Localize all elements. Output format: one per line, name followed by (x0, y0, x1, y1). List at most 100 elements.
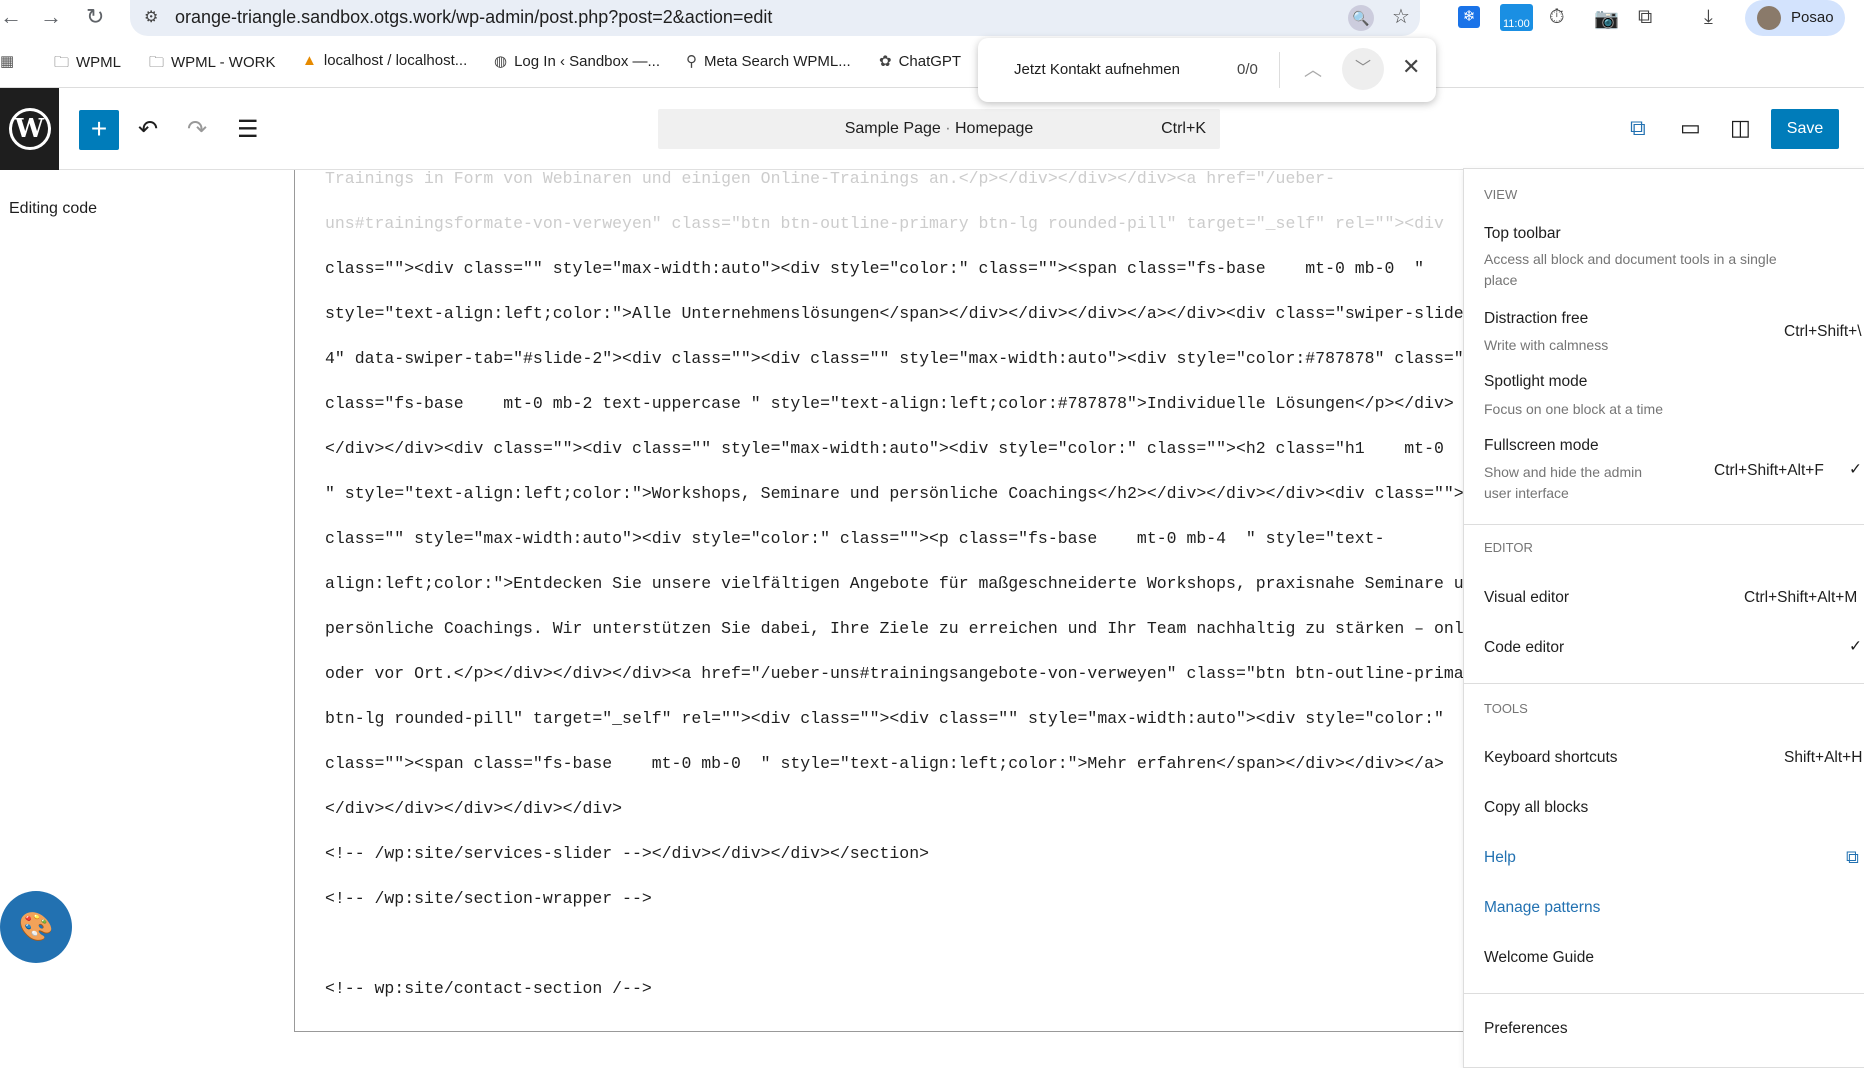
bookmark-label: WPML - WORK (171, 54, 276, 71)
shortcut: Ctrl+Shift+Alt+F (1714, 462, 1824, 479)
code-line: 4" data-swiper-tab="#slide-2"><div class… (325, 349, 1464, 368)
url-text: orange-triangle.sandbox.otgs.work/wp-adm… (175, 7, 773, 27)
shortcut: Ctrl+Shift+Alt+M (1744, 589, 1858, 606)
code-line: align:left;color:">Entdecken Sie unsere … (325, 574, 1464, 593)
bookmark-label: WPML (76, 54, 122, 71)
chevron-down-icon[interactable]: ﹀ (1342, 48, 1384, 90)
folder-icon: 🗀 (149, 54, 165, 71)
redo-icon[interactable]: ↷ (187, 115, 207, 144)
bookmark-label: Meta Search WPML... (704, 53, 851, 70)
menu-heading-tools: TOOLS (1484, 701, 1528, 716)
code-line: </div></div><div class=""><div class="" … (325, 439, 1444, 458)
external-link-icon[interactable]: ⧉ (1630, 115, 1646, 141)
menu-item-manage-patterns[interactable]: Manage patterns (1484, 899, 1600, 917)
phpmyadmin-icon: ▲ (302, 52, 317, 69)
menu-item-copy-all-blocks[interactable]: Copy all blocks (1484, 799, 1588, 817)
divider (1464, 524, 1864, 525)
download-icon[interactable]: ⤓ (1704, 6, 1713, 29)
address-bar[interactable]: ⚙ orange-triangle.sandbox.otgs.work/wp-a… (130, 0, 1420, 36)
bookmark-wpml[interactable]: 🗀 WPML (54, 52, 121, 77)
code-line: <!-- /wp:site/services-slider --></div><… (325, 844, 929, 863)
command-palette-button[interactable]: Sample Page · Homepage Ctrl+K (658, 109, 1220, 149)
editing-code-label: Editing code (9, 200, 98, 217)
style-palette-button[interactable]: 🎨 (0, 891, 72, 963)
timer-icon[interactable]: ⏱ (1549, 6, 1565, 29)
code-line: <!-- /wp:site/section-wrapper --> (325, 889, 652, 908)
menu-heading-view: VIEW (1484, 187, 1518, 202)
menu-item-code-editor[interactable]: Code editor (1484, 639, 1564, 657)
code-editor[interactable]: Trainings in Form von Webinaren und eini… (294, 170, 1464, 1032)
camera-icon[interactable]: 📷 (1594, 6, 1619, 31)
separator: · (945, 120, 951, 137)
chatgpt-icon: ✿ (879, 53, 892, 70)
code-line: uns#trainingsformate-von-verweyen" class… (325, 214, 1444, 233)
bookmark-wpml-work[interactable]: 🗀 WPML - WORK (149, 52, 275, 77)
page-title: Sample Page (844, 120, 941, 137)
menu-item-desc: Show and hide the admin user interface (1484, 464, 1642, 501)
save-button[interactable]: Save (1771, 109, 1839, 149)
bookmark-meta-search[interactable]: ⚲ Meta Search WPML... (686, 52, 851, 70)
apps-icon[interactable]: ▦ (0, 52, 14, 70)
divider (1464, 683, 1864, 684)
bookmark-chatgpt[interactable]: ✿ ChatGPT (879, 52, 961, 70)
code-textarea[interactable]: Trainings in Form von Webinaren und eini… (325, 170, 1464, 1011)
wordpress-logo[interactable]: W (0, 88, 59, 170)
code-line: class=""><span class="fs-base mt-0 mb-0 … (325, 754, 1444, 773)
code-line: oder vor Ort.</p></div></div></div><a hr… (325, 664, 1464, 683)
extension-clock-icon[interactable]: 11:00 (1500, 4, 1533, 31)
find-input[interactable]: Jetzt Kontakt aufnehmen (1014, 61, 1180, 78)
find-bar: Jetzt Kontakt aufnehmen 0/0 ︿ ﹀ ✕ (978, 38, 1436, 102)
menu-item-spotlight-mode[interactable]: Spotlight mode (1484, 373, 1587, 391)
code-line: class="" style="max-width:auto"><div sty… (325, 529, 1385, 548)
settings-sidebar-icon[interactable]: ◫ (1730, 115, 1751, 141)
extension-snow-icon[interactable]: ❄ (1458, 6, 1480, 28)
menu-item-distraction-free[interactable]: Distraction free (1484, 310, 1588, 328)
menu-item-preferences[interactable]: Preferences (1484, 1020, 1568, 1038)
profile-button[interactable]: Posao (1745, 0, 1845, 36)
avatar (1757, 6, 1781, 30)
menu-heading-editor: EDITOR (1484, 540, 1533, 555)
device-preview-icon[interactable]: ▭ (1680, 115, 1701, 141)
code-line: Trainings in Form von Webinaren und eini… (325, 170, 1335, 188)
menu-item-help[interactable]: Help (1484, 849, 1516, 867)
find-in-page-icon[interactable]: 🔍 (1348, 5, 1374, 31)
close-icon[interactable]: ✕ (1402, 54, 1420, 80)
site-settings-icon[interactable]: ⚙ (144, 7, 158, 27)
divider (1464, 993, 1864, 994)
code-line: " style="text-align:left;color:">Worksho… (325, 484, 1464, 503)
menu-item-keyboard-shortcuts[interactable]: Keyboard shortcuts (1484, 749, 1618, 767)
menu-item-visual-editor[interactable]: Visual editor (1484, 589, 1569, 607)
editor-header: W + ↶ ↷ ☰ Sample Page · Homepage Ctrl+K … (0, 88, 1864, 170)
check-icon: ✓ (1849, 638, 1862, 655)
undo-icon[interactable]: ↶ (138, 115, 158, 144)
find-count: 0/0 (1237, 61, 1258, 78)
chevron-up-icon[interactable]: ︿ (1304, 56, 1322, 82)
menu-item-desc: Access all block and document tools in a… (1484, 251, 1777, 288)
shortcut-hint: Ctrl+K (1161, 120, 1206, 137)
bookmark-label: localhost / localhost... (323, 52, 468, 69)
code-line: </div></div></div></div></div> (325, 799, 623, 818)
code-line: persönliche Coachings. Wir unterstützen … (325, 619, 1464, 638)
document-overview-icon[interactable]: ☰ (237, 115, 259, 144)
menu-item-welcome-guide[interactable]: Welcome Guide (1484, 949, 1594, 967)
back-icon[interactable]: ← (0, 4, 22, 30)
profile-name: Posao (1791, 9, 1834, 26)
bookmark-label: Log In ‹ Sandbox —... (514, 53, 661, 70)
code-line: btn-lg rounded-pill" target="_self" rel=… (325, 709, 1444, 728)
reload-icon[interactable]: ↻ (86, 4, 104, 30)
menu-item-top-toolbar[interactable]: Top toolbar (1484, 225, 1561, 243)
add-block-button[interactable]: + (79, 110, 119, 150)
code-line: class="fs-base mt-0 mb-2 text-uppercase … (325, 394, 1454, 413)
menu-item-desc: Write with calmness (1484, 337, 1609, 353)
bookmark-login[interactable]: ◍ Log In ‹ Sandbox —... (494, 52, 660, 70)
palette-icon: 🎨 (18, 911, 54, 942)
extensions-icon[interactable]: ⧉ (1638, 6, 1652, 29)
external-link-icon: ⧉ (1846, 847, 1859, 867)
bookmark-star-icon[interactable]: ☆ (1392, 4, 1410, 29)
forward-icon[interactable]: → (40, 4, 62, 30)
bookmark-localhost[interactable]: ▲ localhost / localhost... (302, 52, 467, 69)
browser-chrome: ← → ↻ ⚙ orange-triangle.sandbox.otgs.wor… (0, 0, 1864, 88)
globe-icon: ◍ (494, 53, 508, 70)
menu-item-fullscreen-mode[interactable]: Fullscreen mode (1484, 437, 1599, 455)
